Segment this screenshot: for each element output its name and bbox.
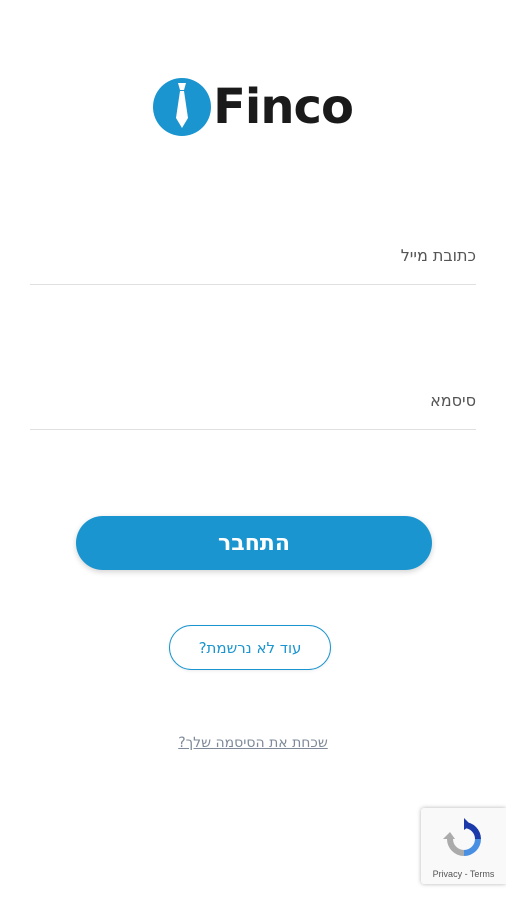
brand-logo: Finco: [0, 78, 506, 136]
recaptcha-icon: [443, 818, 481, 856]
recaptcha-privacy-link[interactable]: Privacy: [433, 869, 463, 879]
recaptcha-separator: -: [462, 869, 470, 879]
recaptcha-links: Privacy - Terms: [421, 869, 506, 879]
forgot-password-link[interactable]: שכחת את הסיסמה שלך?: [0, 735, 506, 751]
brand-name: Finco: [213, 79, 354, 135]
recaptcha-badge[interactable]: Privacy - Terms: [421, 808, 506, 884]
password-field[interactable]: [30, 383, 476, 429]
password-field-container: סיסמא: [30, 383, 476, 430]
login-page: Finco כתובת מייל סיסמא התחבר עוד לא נרשמ…: [0, 0, 506, 900]
email-field[interactable]: [30, 238, 476, 284]
recaptcha-terms-link[interactable]: Terms: [470, 869, 495, 879]
register-button[interactable]: עוד לא נרשמת?: [169, 625, 331, 670]
tie-icon: [153, 78, 212, 136]
login-button[interactable]: התחבר: [76, 516, 432, 570]
email-field-container: כתובת מייל: [30, 238, 476, 285]
